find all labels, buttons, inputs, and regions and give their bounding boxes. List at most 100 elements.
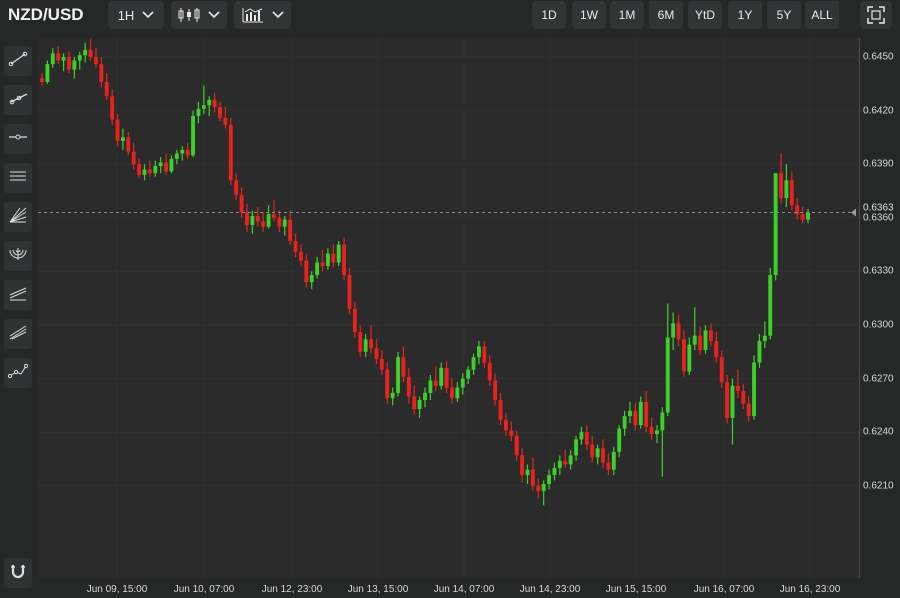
candle-body — [536, 485, 541, 492]
candle — [40, 73, 44, 86]
candle — [56, 46, 61, 65]
candle-body — [557, 460, 562, 468]
candle — [681, 330, 686, 377]
candle-body — [703, 330, 708, 351]
candle — [282, 216, 287, 236]
candle — [471, 353, 476, 376]
candle — [557, 455, 562, 476]
candle — [142, 164, 147, 181]
candle-body — [665, 337, 670, 413]
candle-body — [638, 401, 643, 426]
time-tick-label: Jun 16, 23:00 — [779, 584, 841, 595]
candle-body — [563, 460, 568, 465]
candle — [644, 391, 649, 433]
candle-body — [390, 392, 395, 399]
candle-body — [590, 444, 595, 458]
candle-body — [234, 180, 239, 195]
candle — [250, 210, 255, 234]
candle-body — [708, 330, 713, 342]
price-tick-label: 0.6240 — [863, 426, 894, 438]
candle — [800, 207, 805, 224]
candle-body — [628, 410, 632, 417]
candle-body — [385, 369, 390, 399]
candle — [714, 332, 719, 363]
candle-body — [525, 469, 530, 476]
candle-body — [622, 416, 627, 429]
candle-body — [735, 385, 740, 392]
price-tick-label: 0.6210 — [863, 480, 894, 492]
candle — [298, 244, 303, 267]
candle — [104, 73, 109, 100]
time-tick-label: Jun 15, 15:00 — [605, 584, 667, 595]
candle-body — [250, 216, 255, 225]
candle-body — [239, 194, 244, 213]
candle-body — [752, 362, 756, 417]
candle-body — [725, 382, 730, 418]
candle — [412, 385, 417, 415]
candle — [649, 417, 654, 440]
price-tick-label: 0.6420 — [863, 105, 894, 117]
candle — [601, 439, 605, 468]
candle-body — [50, 53, 55, 65]
candle-body — [83, 49, 88, 56]
candle-body — [212, 99, 217, 108]
candle — [692, 307, 697, 351]
time-tick-label: Jun 13, 15:00 — [347, 584, 409, 595]
candle — [147, 160, 152, 177]
candle-body — [104, 82, 109, 97]
candle — [336, 241, 341, 267]
last-price-label: 0.6363 — [863, 202, 894, 214]
candle — [315, 257, 320, 279]
candle-body — [762, 335, 767, 342]
candle-body — [40, 78, 44, 83]
candle — [757, 333, 762, 368]
candle — [385, 362, 390, 404]
candle-body — [406, 376, 411, 397]
candle-body — [541, 484, 546, 492]
candle — [261, 212, 266, 233]
candle-body — [460, 378, 465, 388]
candle-body — [633, 410, 638, 426]
candle-body — [396, 357, 400, 393]
candle-body — [223, 117, 228, 125]
candle — [687, 337, 692, 376]
candle-body — [331, 253, 336, 263]
candle-body — [784, 180, 789, 199]
candle-body — [347, 274, 352, 309]
candle — [579, 426, 584, 445]
candle — [574, 435, 578, 461]
candle-body — [477, 346, 481, 358]
candle-body — [352, 308, 357, 333]
candle-body — [644, 401, 649, 427]
candle — [525, 464, 530, 485]
candle-body — [94, 57, 98, 65]
candle-body — [379, 358, 384, 370]
candle-body — [509, 430, 514, 436]
time-tick-label: Jun 14, 23:00 — [519, 584, 581, 595]
candle — [115, 114, 120, 147]
candle — [309, 271, 314, 290]
candle-body — [471, 357, 476, 370]
candle — [158, 157, 163, 174]
candle-body — [417, 400, 422, 409]
candle — [201, 85, 206, 115]
candle — [390, 387, 395, 406]
candle-body — [277, 217, 282, 227]
candle — [773, 173, 778, 281]
candle-body — [201, 105, 206, 109]
candle — [228, 117, 233, 186]
candle — [363, 333, 368, 358]
candle — [725, 375, 730, 424]
candle — [379, 350, 384, 376]
candle-body — [487, 362, 492, 381]
candle-body — [336, 244, 341, 263]
price-tick-label: 0.6300 — [863, 319, 894, 331]
candle — [606, 453, 611, 476]
candle — [185, 142, 190, 159]
candle-body — [180, 149, 185, 154]
candle-body — [520, 455, 525, 476]
candle — [444, 360, 449, 393]
candle — [45, 60, 50, 84]
candle — [660, 407, 665, 477]
candle — [698, 326, 703, 356]
